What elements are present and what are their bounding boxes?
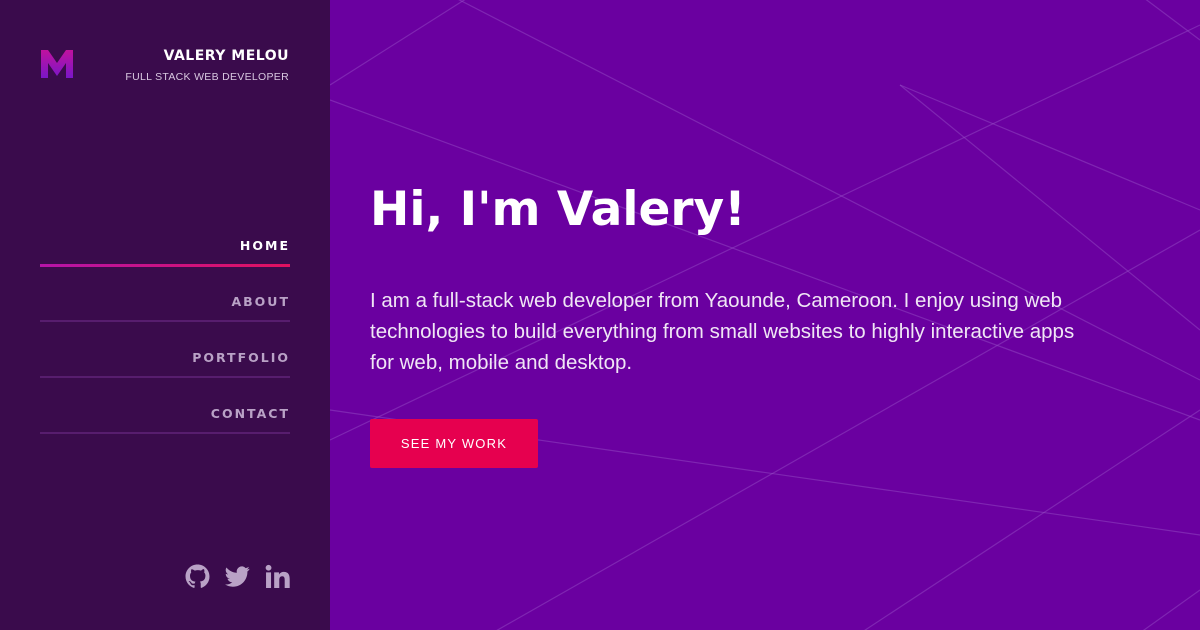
nav-item-contact[interactable]: CONTACT (40, 394, 290, 450)
nav-item-underline (40, 320, 290, 322)
nav-item-underline (40, 432, 290, 434)
linkedin-icon[interactable] (265, 564, 290, 589)
github-icon[interactable] (185, 564, 210, 589)
hero-section: Hi, I'm Valery! I am a full-stack web de… (330, 0, 1200, 630)
m-logo-icon[interactable] (41, 50, 73, 78)
nav-item-label: CONTACT (210, 406, 290, 421)
nav-item-underline (40, 376, 290, 378)
see-my-work-button[interactable]: SEE MY WORK (370, 419, 538, 468)
brand: VALERY MELOU FULL STACK WEB DEVELOPER (125, 48, 289, 83)
nav-item-home[interactable]: HOME (40, 226, 290, 282)
twitter-icon[interactable] (225, 564, 250, 589)
hero-intro: I am a full-stack web developer from Yao… (370, 289, 1075, 374)
profile-name: VALERY MELOU (163, 48, 289, 64)
nav-item-label: HOME (239, 238, 290, 253)
nav-item-underline (40, 264, 290, 267)
sidebar: VALERY MELOU FULL STACK WEB DEVELOPER HO… (0, 0, 330, 630)
social-links (185, 564, 290, 589)
hero-title: Hi, I'm Valery! (370, 182, 746, 237)
nav-item-label: PORTFOLIO (192, 350, 290, 365)
nav-item-about[interactable]: ABOUT (40, 282, 290, 338)
main-nav: HOME ABOUT PORTFOLIO CONTACT (40, 226, 290, 450)
nav-item-label: ABOUT (231, 294, 290, 309)
nav-item-portfolio[interactable]: PORTFOLIO (40, 338, 290, 394)
profile-role: FULL STACK WEB DEVELOPER (125, 71, 289, 83)
